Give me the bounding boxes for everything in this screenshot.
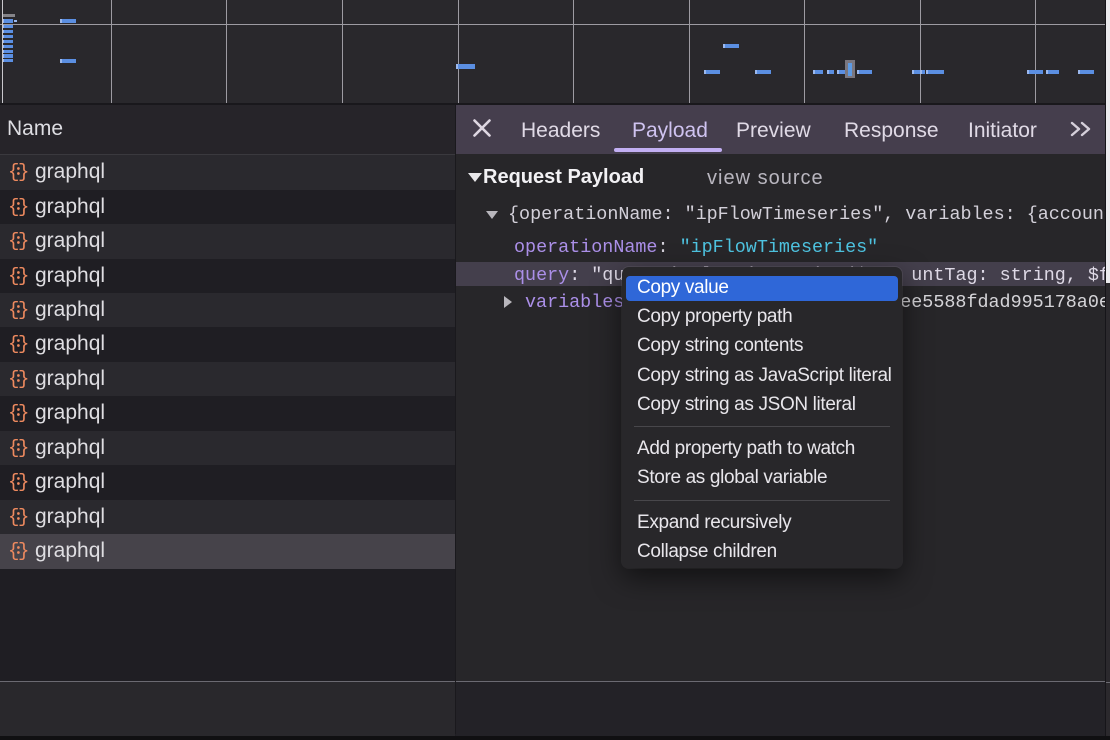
- svg-text:}: }: [18, 402, 28, 423]
- svg-text:}: }: [18, 299, 28, 320]
- svg-text:}: }: [18, 333, 28, 354]
- svg-text:}: }: [18, 471, 28, 492]
- svg-text:}: }: [18, 265, 28, 286]
- svg-text:}: }: [18, 540, 28, 561]
- svg-text:}: }: [18, 196, 28, 217]
- svg-text:}: }: [18, 161, 28, 182]
- svg-text:}: }: [18, 506, 28, 527]
- svg-text:}: }: [18, 368, 28, 389]
- svg-text:}: }: [18, 437, 28, 458]
- svg-text:}: }: [18, 230, 28, 251]
